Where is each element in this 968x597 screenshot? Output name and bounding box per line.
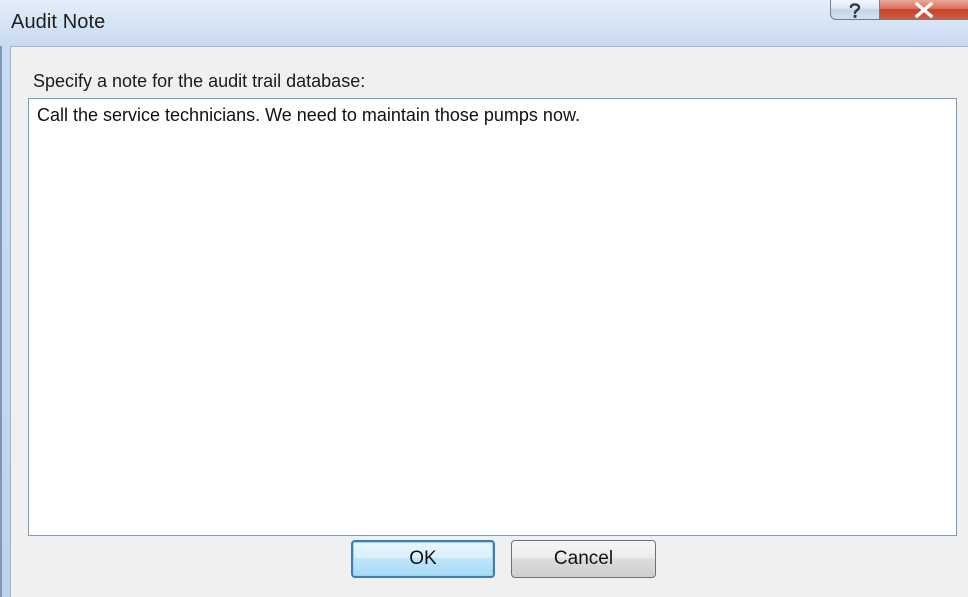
help-button[interactable] xyxy=(830,0,880,20)
audit-note-textarea[interactable]: Call the service technicians. We need to… xyxy=(28,98,957,536)
dialog-body: Specify a note for the audit trail datab… xyxy=(10,46,968,597)
cancel-button[interactable]: Cancel xyxy=(511,540,656,578)
note-prompt-label: Specify a note for the audit trail datab… xyxy=(33,71,366,91)
title-bar[interactable]: Audit Note xyxy=(0,0,968,46)
close-button[interactable] xyxy=(879,0,968,20)
ok-button[interactable]: OK xyxy=(351,540,495,578)
window-title: Audit Note xyxy=(11,11,106,33)
audit-note-dialog: Audit Note Specify a note for the audit … xyxy=(0,0,968,597)
close-icon xyxy=(914,1,934,18)
help-icon xyxy=(849,2,861,18)
window-frame-edge xyxy=(0,46,2,597)
